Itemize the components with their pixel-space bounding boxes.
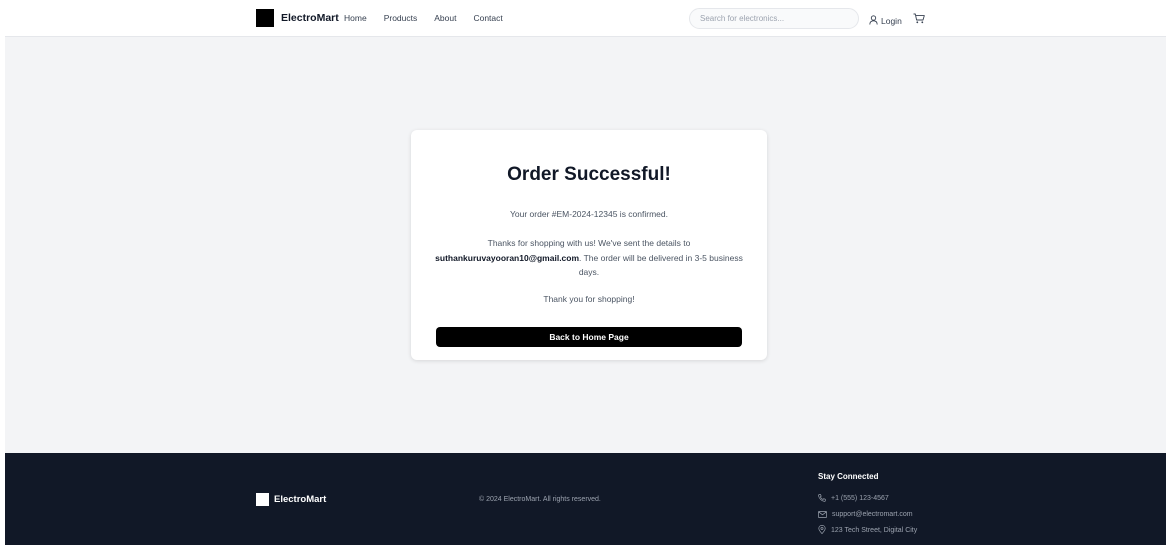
details-prefix: Thanks for shopping with us! We've sent … [487, 238, 691, 248]
cart-button[interactable] [913, 11, 925, 29]
nav-about[interactable]: About [434, 13, 456, 23]
brand-logo[interactable]: ElectroMart [256, 9, 339, 27]
login-label: Login [881, 16, 902, 26]
phone-text: +1 (555) 123-4567 [831, 494, 889, 502]
nav-products[interactable]: Products [384, 13, 418, 23]
nav-home[interactable]: Home [344, 13, 367, 23]
cart-icon [913, 11, 925, 28]
customer-email: suthankuruvayooran10@gmail.com [435, 252, 580, 263]
map-pin-icon [818, 521, 826, 539]
footer-brand-logo-icon [256, 493, 269, 506]
contact-address: 123 Tech Street, Digital City [818, 521, 917, 539]
order-success-card: Order Successful! Your order #EM-2024-12… [411, 130, 767, 360]
order-confirmation-text: Your order #EM-2024-12345 is confirmed. [510, 209, 668, 219]
address-text: 123 Tech Street, Digital City [831, 526, 918, 534]
copyright-text: © 2024 ElectroMart. All rights reserved. [479, 496, 601, 503]
footer-brand-name: ElectroMart [274, 494, 327, 505]
site-footer: ElectroMart © 2024 ElectroMart. All righ… [5, 453, 1166, 545]
order-details-text: Thanks for shopping with us! We've sent … [435, 236, 743, 280]
main-nav: Home Products About Contact [344, 13, 520, 23]
thank-you-text: Thank you for shopping! [543, 294, 635, 304]
brand-logo-icon [256, 9, 274, 27]
stay-connected-heading: Stay Connected [818, 472, 879, 481]
email-text: support@electromart.com [832, 510, 913, 518]
footer-brand[interactable]: ElectroMart [256, 493, 326, 506]
nav-contact[interactable]: Contact [473, 13, 502, 23]
back-to-home-button[interactable]: Back to Home Page [436, 327, 742, 347]
page-title: Order Successful! [507, 164, 671, 185]
brand-name: ElectroMart [281, 12, 339, 24]
top-navbar: ElectroMart Home Products About Contact … [5, 0, 1166, 37]
app-frame: ElectroMart Home Products About Contact … [0, 0, 1171, 545]
user-icon [869, 12, 878, 30]
search-input[interactable] [689, 8, 859, 29]
details-suffix: . The order will be delivered in 3-5 bus… [578, 252, 743, 278]
login-button[interactable]: Login [869, 12, 902, 30]
